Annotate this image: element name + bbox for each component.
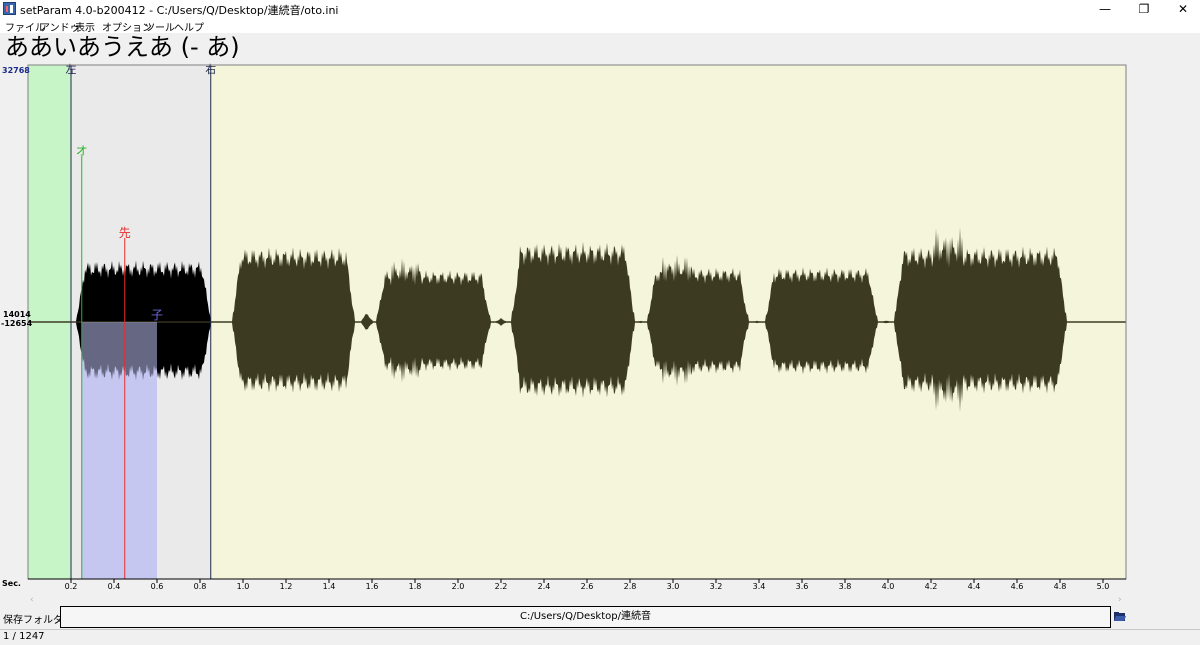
overlap-marker-label: オ — [76, 144, 88, 158]
cutoff-marker-label: 右 — [205, 62, 216, 76]
menu-help[interactable]: ヘルプ — [174, 19, 204, 34]
time-tick-label: 5.0 — [1097, 582, 1110, 591]
menu-file[interactable]: ファイル — [5, 19, 45, 34]
amp-top-label: 32768 — [2, 66, 30, 75]
time-tick-label: 3.6 — [796, 582, 809, 591]
consonant-overlay — [81, 322, 157, 579]
folder-open-icon[interactable] — [1113, 609, 1127, 623]
scroll-left-arrow[interactable]: ‹ — [30, 595, 34, 605]
time-tick-label: 4.2 — [925, 582, 938, 591]
window-title: setParam 4.0-b200412 - C:/Users/Q/Deskto… — [20, 4, 339, 17]
time-tick-label: 4.8 — [1054, 582, 1067, 591]
time-tick-label: 4.0 — [882, 582, 895, 591]
time-tick-label: 1.8 — [409, 582, 422, 591]
amp-max-label: 14014 — [3, 310, 31, 319]
time-tick-label: 3.0 — [667, 582, 680, 591]
time-tick-label: 1.0 — [237, 582, 250, 591]
menu-view[interactable]: 表示 — [75, 19, 95, 34]
minimize-button[interactable]: — — [1088, 0, 1122, 18]
scroll-right-arrow[interactable]: › — [1118, 595, 1122, 605]
save-folder-field[interactable]: C:/Users/Q/Desktop/連続音 — [60, 606, 1111, 628]
menu-tools[interactable]: ツール — [145, 19, 175, 34]
time-tick-label: 1.2 — [280, 582, 293, 591]
preutterance-marker-label: 先 — [119, 226, 131, 240]
menu-undo[interactable]: アンドゥ — [40, 19, 80, 34]
menu-bar: ファイル アンドゥ 表示 オプション ツール ヘルプ — [0, 18, 1200, 34]
amp-min-label: -12654 — [1, 319, 33, 328]
time-tick-label: 3.4 — [753, 582, 766, 591]
status-bar: 1 / 1247 — [0, 629, 1200, 645]
time-tick-label: 1.4 — [323, 582, 336, 591]
time-tick-label: 2.4 — [538, 582, 551, 591]
horizontal-scrollbar[interactable]: ‹ › — [30, 595, 1122, 605]
title-bar: setParam 4.0-b200412 - C:/Users/Q/Deskto… — [0, 0, 1200, 18]
maximize-button[interactable]: ❐ — [1127, 0, 1161, 18]
time-tick-label: 4.4 — [968, 582, 981, 591]
alias-title: ああいあうえあ (- あ) — [5, 33, 240, 61]
time-tick-label: 2.6 — [581, 582, 594, 591]
consonant-marker-label: 子 — [151, 308, 163, 322]
entry-counter: 1 / 1247 — [3, 631, 45, 642]
close-button[interactable]: ✕ — [1166, 0, 1200, 18]
time-tick-label: 0.2 — [65, 582, 78, 591]
waveform-editor[interactable]: 左 右 オ 先 子 32768 14014 -12654 Sec. 0.2 0.4… — [0, 62, 1200, 606]
time-tick-label: 0.8 — [194, 582, 207, 591]
time-tick-label: 3.2 — [710, 582, 723, 591]
app-icon — [3, 2, 16, 15]
time-tick-label: 1.6 — [366, 582, 379, 591]
time-tick-label: 0.6 — [151, 582, 164, 591]
time-tick-label: 2.2 — [495, 582, 508, 591]
time-tick-label: 2.8 — [624, 582, 637, 591]
axis-unit-label: Sec. — [2, 579, 21, 588]
time-tick-label: 4.6 — [1011, 582, 1024, 591]
time-tick-label: 3.8 — [839, 582, 852, 591]
time-tick-label: 2.0 — [452, 582, 465, 591]
time-ticks: 0.2 0.4 0.6 0.8 1.0 1.2 1.4 1.6 1.8 2.0 2.2 2.4 2.6 2… — [65, 579, 1110, 591]
time-tick-label: 0.4 — [108, 582, 121, 591]
